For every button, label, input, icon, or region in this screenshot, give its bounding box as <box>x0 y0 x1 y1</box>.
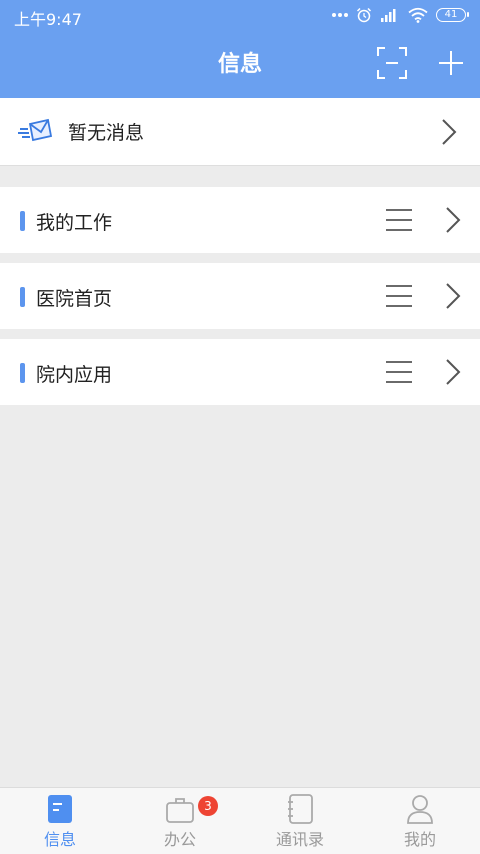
section-label: 我的工作 <box>36 212 113 234</box>
bottom-tab-bar: 信息 3 办公 通讯录 我的 <box>0 787 480 854</box>
section-my-work[interactable]: 我的工作 <box>0 187 480 253</box>
app-header: 上午9:47 41 信息 <box>0 0 480 98</box>
briefcase-icon <box>166 798 194 823</box>
alarm-icon <box>356 7 372 23</box>
envelope-icon <box>18 118 52 142</box>
section-indicator <box>20 287 25 307</box>
scan-button[interactable] <box>376 46 408 80</box>
status-icons: 41 <box>332 6 469 24</box>
tab-label: 信息 <box>43 830 76 849</box>
chevron-right-icon <box>442 119 457 145</box>
menu-icon[interactable] <box>386 360 412 384</box>
section-label: 院内应用 <box>36 364 113 386</box>
menu-icon[interactable] <box>386 208 412 232</box>
tab-label: 通讯录 <box>275 830 324 849</box>
tab-profile[interactable]: 我的 <box>360 788 480 854</box>
chevron-right-icon[interactable] <box>444 206 462 234</box>
message-tab-icon <box>48 795 72 823</box>
tab-office[interactable]: 3 办公 <box>120 788 240 854</box>
section-internal-apps[interactable]: 院内应用 <box>0 339 480 405</box>
message-label: 暂无消息 <box>68 122 145 144</box>
address-book-icon <box>288 794 313 824</box>
tab-label: 办公 <box>163 830 196 849</box>
section-label: 医院首页 <box>36 288 113 310</box>
status-bar: 上午9:47 41 <box>0 0 480 30</box>
chevron-right-icon[interactable] <box>444 358 462 386</box>
menu-icon[interactable] <box>386 284 412 308</box>
page-title: 信息 <box>217 52 262 77</box>
battery-icon: 41 <box>436 8 469 22</box>
tab-messages[interactable]: 信息 <box>0 788 120 854</box>
section-hospital-home[interactable]: 医院首页 <box>0 263 480 329</box>
more-dots-icon <box>332 13 348 17</box>
section-indicator <box>20 211 25 231</box>
tab-contacts[interactable]: 通讯录 <box>240 788 360 854</box>
section-indicator <box>20 363 25 383</box>
chevron-right-icon[interactable] <box>444 282 462 310</box>
tab-label: 我的 <box>403 830 436 849</box>
message-row[interactable]: 暂无消息 <box>0 98 480 166</box>
add-button[interactable] <box>436 48 466 78</box>
user-icon <box>407 795 433 824</box>
notification-badge: 3 <box>198 796 218 816</box>
wifi-icon <box>408 7 428 23</box>
signal-icon <box>381 9 396 22</box>
status-time: 上午9:47 <box>14 10 82 29</box>
